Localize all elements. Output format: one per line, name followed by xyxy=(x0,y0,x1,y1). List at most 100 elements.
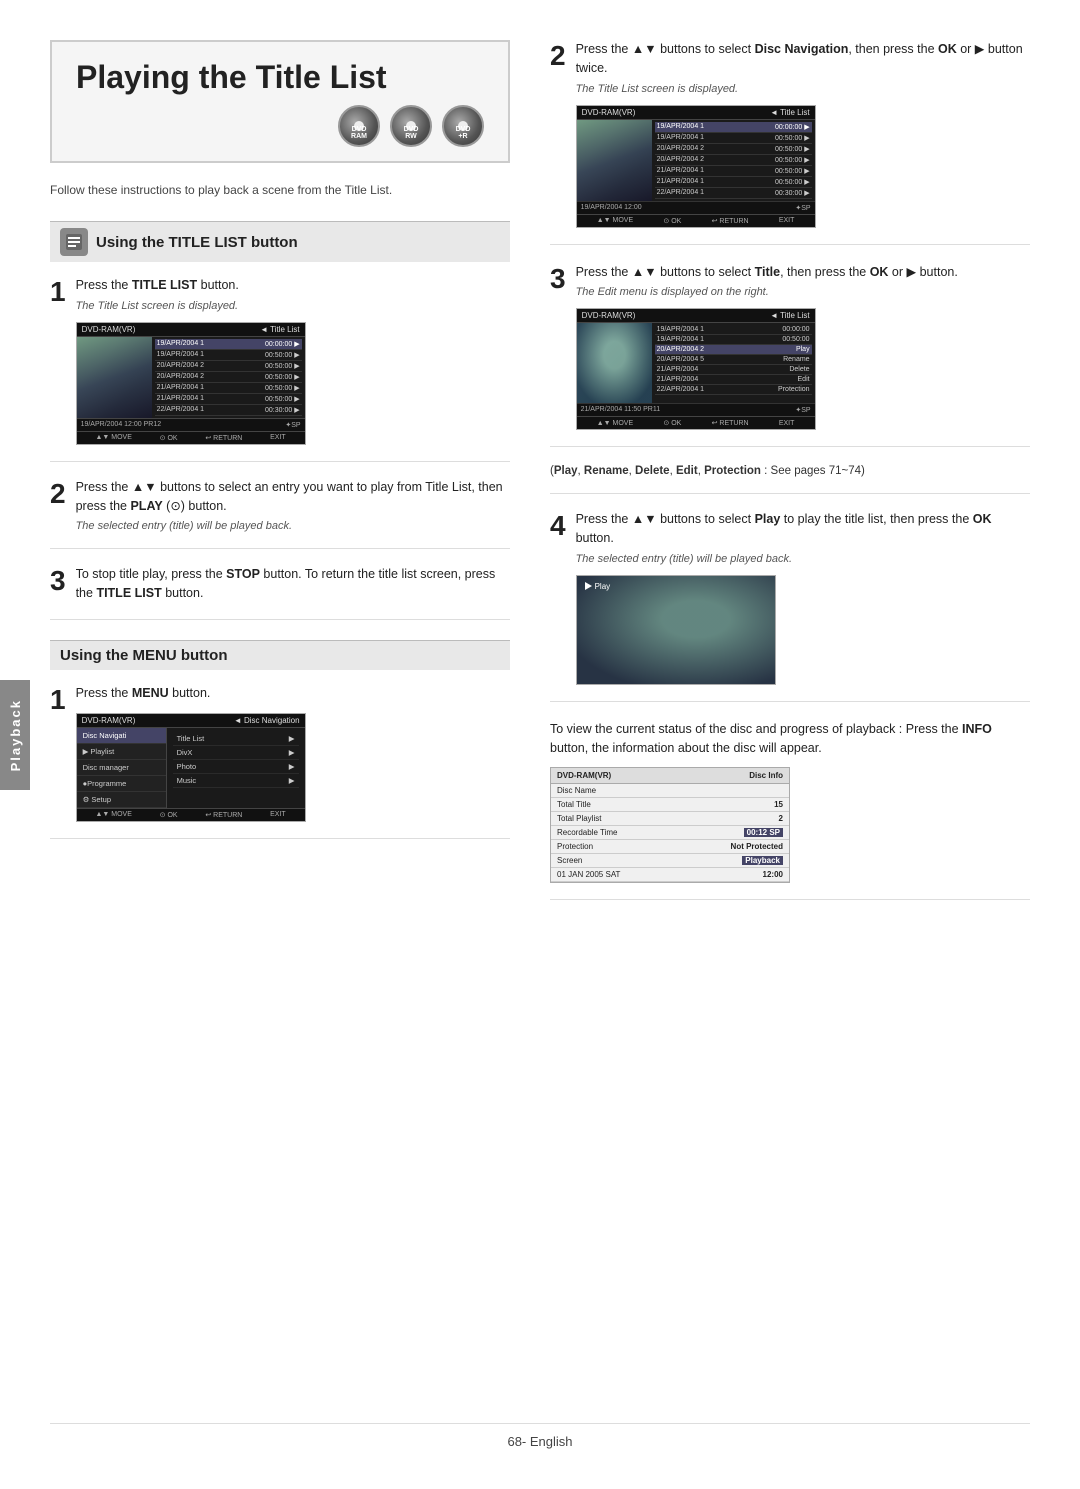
total-title-val: 15 xyxy=(774,800,783,809)
parens-note-text: (Play, Rename, Delete, Edit, Protection … xyxy=(550,465,1030,477)
screen1-move: ▲▼ MOVE xyxy=(95,434,131,442)
menu-sub-divx: DivX▶ xyxy=(173,746,299,760)
rs2-move: ▲▼ MOVE xyxy=(597,419,633,427)
right-screen1-row-1: 19/APR/2004 100:00:00 ▶ xyxy=(655,122,812,133)
dvd-ram-label: DVDRAM xyxy=(351,126,367,141)
right-screen2-right: ◄ Title List xyxy=(770,311,809,320)
dvd-ram-wrapper: DVDRAM xyxy=(338,105,380,147)
dvd-plus-r-icon: DVD+R xyxy=(442,105,484,147)
dvd-rw-icon: DVDRW xyxy=(390,105,432,147)
menu-body: Disc Navigati ▶ Playlist Disc manager ●P… xyxy=(77,728,305,808)
right-step2-bold1: Disc Navigation xyxy=(755,42,849,56)
step2-sub: The selected entry (title) will be playe… xyxy=(76,520,510,532)
menu-step1-row: 1 Press the MENU button. DVD-RAM(VR) ◄ D… xyxy=(50,684,510,822)
right-screen2-header: DVD-RAM(VR) ◄ Title List xyxy=(577,309,815,323)
step2-play-circle: ⊙ xyxy=(170,499,180,513)
step3-bold-stop: STOP xyxy=(226,567,260,581)
dvd-rw-wrapper: DVDRW xyxy=(390,105,432,147)
step2-content: Press the ▲▼ buttons to select an entry … xyxy=(76,478,510,533)
right-step2-content: Press the ▲▼ buttons to select Disc Navi… xyxy=(576,40,1030,228)
left-column: Playing the Title List DVDRAM DVDRW xyxy=(50,40,510,1403)
protection-val: Not Protected xyxy=(731,842,783,851)
right-screen1-thumb-inner xyxy=(577,120,652,201)
section1-header: Using the TITLE LIST button xyxy=(50,221,510,262)
step1-bold: TITLE LIST xyxy=(132,278,197,292)
playback-sidebar-tab: Playback xyxy=(0,680,30,790)
pn-delete: Delete xyxy=(635,465,670,477)
rs2-ok: ⊙ OK xyxy=(663,419,681,427)
right-screen2-left: DVD-RAM(VR) xyxy=(582,311,636,320)
right-step2-bold2: OK xyxy=(938,42,957,56)
menu-screen-header: DVD-RAM(VR) ◄ Disc Navigation xyxy=(77,714,305,728)
screen-val: Playback xyxy=(742,856,783,865)
right-screen2-thumb-inner xyxy=(577,323,652,403)
title-list-icon xyxy=(60,228,88,256)
pn-play: Play xyxy=(554,465,578,477)
menu-item-playlist: ▶ Playlist xyxy=(77,744,166,760)
section2-container: Using the MENU button 1 Press the MENU b… xyxy=(50,640,510,839)
right-screen1-row-2: 19/APR/2004 100:50:00 ▶ xyxy=(655,133,812,144)
menu-step1-number: 1 xyxy=(50,686,66,714)
step3-number: 3 xyxy=(50,567,66,595)
right-screen1-body: 19/APR/2004 100:00:00 ▶ 19/APR/2004 100:… xyxy=(577,120,815,201)
screen1-exit: EXIT xyxy=(270,434,286,442)
right-screen1-row-4: 20/APR/2004 200:50:00 ▶ xyxy=(655,155,812,166)
screen1-row-3: 20/APR/2004 200:50:00 ▶ xyxy=(155,361,302,372)
rs2-return: ↩ RETURN xyxy=(712,419,749,427)
play-bg xyxy=(577,576,775,684)
screen1-header: DVD-RAM(VR) ◄ Title List xyxy=(77,323,305,337)
menu-footer-move: ▲▼ MOVE xyxy=(95,811,131,819)
right-screen1-left: DVD-RAM(VR) xyxy=(582,108,636,117)
disc-info-row-titles: Total Title 15 xyxy=(551,798,789,812)
recordable-label: Recordable Time xyxy=(557,828,617,837)
right-step3-content: Press the ▲▼ buttons to select Title, th… xyxy=(576,263,1030,431)
step2-bold-play: PLAY xyxy=(130,499,162,513)
right-screen2-row-2: 19/APR/2004 100:50:00 xyxy=(655,335,812,345)
right-step4-sub: The selected entry (title) will be playe… xyxy=(576,553,1030,565)
dvd-ram-icon: DVDRAM xyxy=(338,105,380,147)
screen1-thumb-inner xyxy=(77,337,152,418)
step3-content: To stop title play, press the STOP butto… xyxy=(76,565,510,603)
disc-info-left: DVD-RAM(VR) xyxy=(557,771,611,780)
right-screen2-list: 19/APR/2004 100:00:00 19/APR/2004 100:50… xyxy=(652,323,815,403)
title-list-screen-mockup-right-2: DVD-RAM(VR) ◄ Title List 19/APR/2004 100… xyxy=(576,308,816,430)
right-screen1-header: DVD-RAM(VR) ◄ Title List xyxy=(577,106,815,120)
menu-item-disc-manager: Disc manager xyxy=(77,760,166,776)
screen1-row-5: 21/APR/2004 100:50:00 ▶ xyxy=(155,383,302,394)
title-list-screen-mockup-1: DVD-RAM(VR) ◄ Title List 19/APR/2004 100… xyxy=(76,322,306,445)
right-step-2: 2 Press the ▲▼ buttons to select Disc Na… xyxy=(550,40,1030,245)
menu-step1-bold: MENU xyxy=(132,686,169,700)
intro-text: Follow these instructions to play back a… xyxy=(50,181,510,199)
screen1-row-1: 19/APR/2004 100:00:00 ▶ xyxy=(155,339,302,350)
main-columns: Playing the Title List DVDRAM DVDRW xyxy=(50,40,1030,1403)
right-step3-number: 3 xyxy=(550,265,566,293)
dvd-plus-r-wrapper: DVD+R xyxy=(442,105,484,147)
step-1-title-list: 1 Press the TITLE LIST button. The Title… xyxy=(50,276,510,462)
screen1-header-right: ◄ Title List xyxy=(260,325,299,334)
right-screen1-date: 19/APR/2004 12:00✦SP xyxy=(577,201,815,214)
disc-info-row-screen: Screen Playback xyxy=(551,854,789,868)
right-step-3: 3 Press the ▲▼ buttons to select Title, … xyxy=(550,263,1030,448)
screen1-list: 19/APR/2004 100:00:00 ▶ 19/APR/2004 100:… xyxy=(152,337,305,418)
step3-row: 3 To stop title play, press the STOP but… xyxy=(50,565,510,603)
play-label-text: Play xyxy=(595,582,611,591)
disc-icons-row: DVDRAM DVDRW DVD+R xyxy=(76,105,484,147)
step1-content: Press the TITLE LIST button. The Title L… xyxy=(76,276,510,445)
right-step4-bold1: Play xyxy=(755,512,781,526)
rs1-exit: EXIT xyxy=(779,217,795,225)
step-1-menu: 1 Press the MENU button. DVD-RAM(VR) ◄ D… xyxy=(50,684,510,839)
pn-edit: Edit xyxy=(676,465,698,477)
protection-label: Protection xyxy=(557,842,593,851)
menu-left-panel: Disc Navigati ▶ Playlist Disc manager ●P… xyxy=(77,728,167,808)
rs2-exit: EXIT xyxy=(779,419,795,427)
rs1-ok: ⊙ OK xyxy=(663,217,681,225)
disc-info-row-protection: Protection Not Protected xyxy=(551,840,789,854)
pn-protection: Protection xyxy=(704,465,761,477)
right-screen1-thumb xyxy=(577,120,652,201)
dvd-rw-label: DVDRW xyxy=(404,126,419,141)
right-screen2-thumb xyxy=(577,323,652,403)
rs1-move: ▲▼ MOVE xyxy=(597,217,633,225)
dvd-plus-r-label: DVD+R xyxy=(456,126,471,141)
title-box: Playing the Title List DVDRAM DVDRW xyxy=(50,40,510,163)
step2-row: 2 Press the ▲▼ buttons to select an entr… xyxy=(50,478,510,533)
